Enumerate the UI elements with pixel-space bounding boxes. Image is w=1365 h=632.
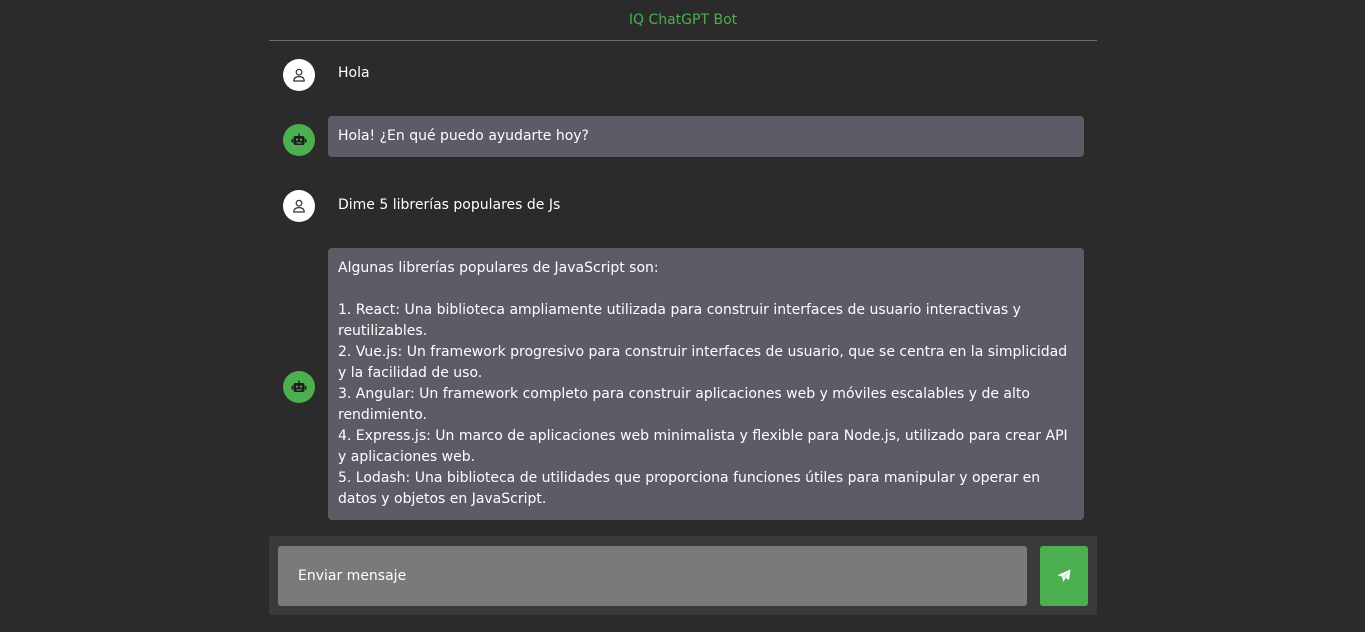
send-button[interactable]	[1040, 546, 1088, 606]
user-avatar	[283, 190, 315, 222]
bot-message: Algunas librerías populares de JavaScrip…	[328, 248, 1084, 520]
user-message: Dime 5 librerías populares de Js	[328, 195, 1084, 216]
bot-message: Hola! ¿En qué puedo ayudarte hoy?	[328, 116, 1084, 157]
user-message: Hola	[328, 63, 1084, 84]
robot-icon	[291, 133, 307, 145]
user-icon	[293, 68, 305, 82]
user-icon	[293, 199, 305, 213]
bot-avatar	[283, 371, 315, 403]
app-title: IQ ChatGPT Bot	[628, 12, 738, 28]
send-icon	[1057, 569, 1071, 582]
message-text: Algunas librerías populares de JavaScrip…	[338, 260, 1068, 507]
bot-avatar	[283, 124, 315, 156]
message-composer	[269, 536, 1097, 615]
header: IQ ChatGPT Bot	[269, 0, 1097, 41]
message-text: Dime 5 librerías populares de Js	[338, 197, 561, 213]
message-text: Hola! ¿En qué puedo ayudarte hoy?	[338, 128, 589, 144]
message-text: Hola	[338, 65, 370, 81]
user-avatar	[283, 59, 315, 91]
message-input[interactable]	[278, 546, 1027, 606]
robot-icon	[291, 380, 307, 392]
chat-app: IQ ChatGPT Bot Hola Hola! ¿En qué puedo …	[0, 0, 1365, 632]
